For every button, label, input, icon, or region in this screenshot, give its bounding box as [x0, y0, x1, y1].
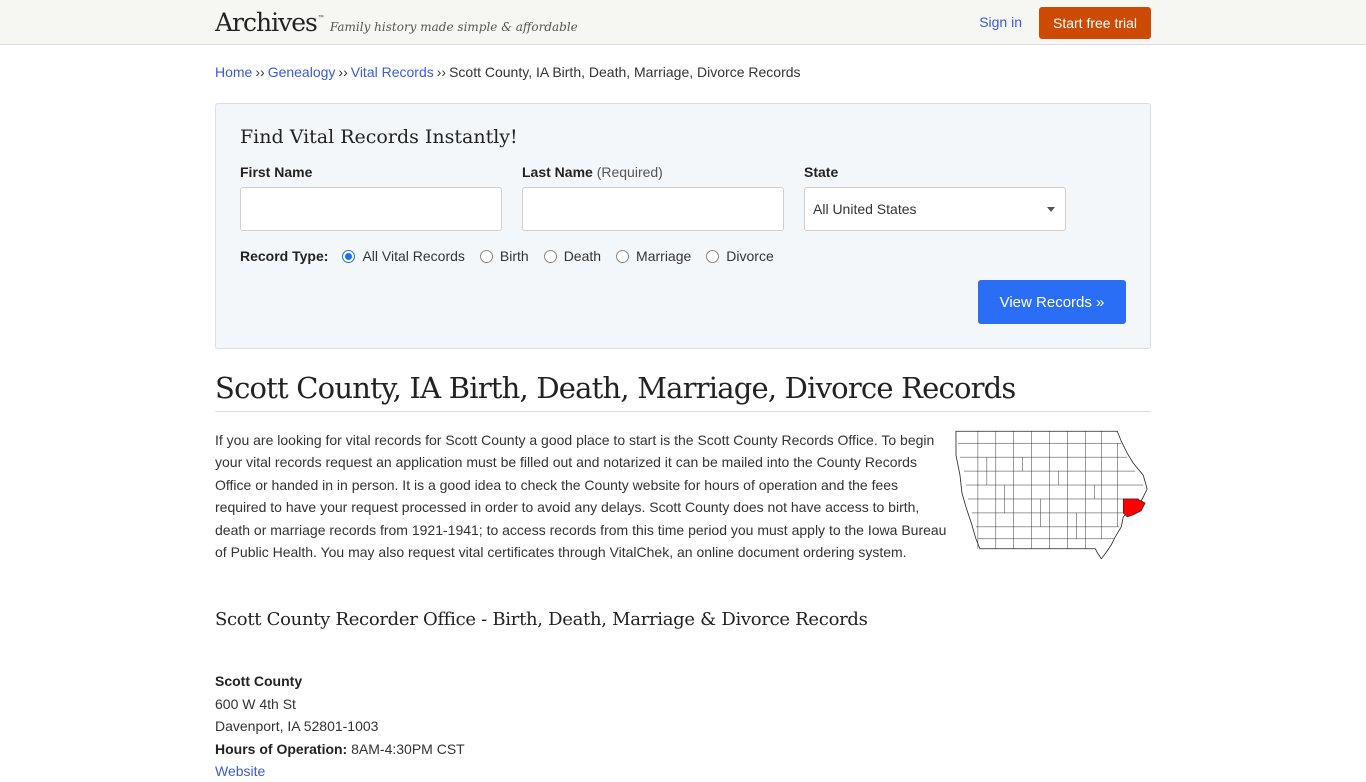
radio-unchecked-icon[interactable]: [706, 249, 720, 263]
office-address-line1: 600 W 4th St: [215, 695, 296, 712]
state-selected-value: All United States: [813, 201, 917, 217]
trademark: ™: [317, 15, 324, 21]
scott-county-highlight: [1122, 498, 1146, 518]
search-title: Find Vital Records Instantly!: [240, 126, 518, 148]
logo-wordmark: Archives: [215, 8, 318, 37]
start-free-trial-button[interactable]: Start free trial: [1039, 7, 1151, 39]
radio-birth[interactable]: Birth: [479, 248, 529, 264]
breadcrumb-home[interactable]: Home: [215, 64, 252, 80]
required-hint: (Required): [596, 164, 663, 180]
radio-marriage[interactable]: Marriage: [616, 248, 691, 264]
office-website-link[interactable]: Website: [215, 763, 265, 779]
state-group: State All United States: [804, 164, 1066, 231]
logo[interactable]: Archives ™ Family history made simple & …: [215, 8, 578, 37]
iowa-county-map: [955, 430, 1148, 560]
radio-label: Death: [563, 248, 602, 264]
radio-label: Marriage: [636, 248, 692, 264]
last-name-input[interactable]: [522, 187, 784, 231]
section-title: Scott County Recorder Office - Birth, De…: [215, 609, 868, 631]
tagline: Family history made simple & affordable: [329, 20, 578, 34]
breadcrumb-current: Scott County, IA Birth, Death, Marriage,…: [449, 64, 801, 80]
iowa-outline: [955, 430, 1148, 560]
radio-unchecked-icon[interactable]: [543, 249, 557, 263]
intro-paragraph: If you are looking for vital records for…: [215, 432, 947, 561]
office-name: Scott County: [215, 673, 303, 690]
radio-unchecked-icon[interactable]: [479, 249, 493, 263]
record-type-group: Record Type: All Vital Records Birth Dea…: [240, 248, 1126, 264]
radio-all-vital-records[interactable]: All Vital Records: [342, 248, 465, 264]
radio-label: All Vital Records: [362, 248, 465, 264]
radio-divorce[interactable]: Divorce: [706, 248, 774, 264]
last-name-label: Last Name (Required): [522, 164, 784, 180]
last-name-label-text: Last Name: [522, 164, 593, 180]
breadcrumb-separator: ››: [338, 64, 348, 80]
radio-checked-icon[interactable]: [342, 249, 356, 263]
breadcrumb-genealogy[interactable]: Genealogy: [268, 64, 336, 80]
state-select[interactable]: All United States: [804, 187, 1066, 231]
search-form: Find Vital Records Instantly! First Name…: [215, 103, 1151, 349]
state-label: State: [804, 164, 1066, 180]
first-name-label: First Name: [240, 164, 502, 180]
first-name-label-text: First Name: [240, 164, 313, 180]
radio-label: Birth: [499, 248, 529, 264]
state-label-text: State: [804, 164, 839, 180]
site-header: Archives ™ Family history made simple & …: [0, 0, 1366, 45]
sign-in-link[interactable]: Sign in: [979, 14, 1022, 30]
view-records-button[interactable]: View Records »: [978, 280, 1126, 324]
office-address-line2: Davenport, IA 52801-1003: [215, 718, 379, 735]
page-title: Scott County, IA Birth, Death, Marriage,…: [215, 371, 1151, 412]
breadcrumb-separator: ››: [255, 64, 265, 80]
breadcrumb: Home ›› Genealogy ›› Vital Records ›› Scott Co…: [215, 45, 1151, 103]
last-name-group: Last Name (Required): [522, 164, 784, 231]
radio-unchecked-icon[interactable]: [616, 249, 630, 263]
hours-label: Hours of Operation:: [215, 740, 348, 757]
office-card: Scott County 600 W 4th St Davenport, IA …: [215, 670, 1151, 782]
record-type-label: Record Type:: [240, 248, 329, 264]
breadcrumb-vital-records[interactable]: Vital Records: [351, 64, 434, 80]
radio-death[interactable]: Death: [543, 248, 602, 264]
breadcrumb-separator: ››: [436, 64, 447, 80]
first-name-input[interactable]: [240, 187, 502, 231]
hours-value: 8AM-4:30PM CST: [351, 740, 465, 757]
radio-label: Divorce: [726, 248, 774, 264]
caret-down-icon: [1047, 207, 1055, 212]
first-name-group: First Name: [240, 164, 502, 231]
